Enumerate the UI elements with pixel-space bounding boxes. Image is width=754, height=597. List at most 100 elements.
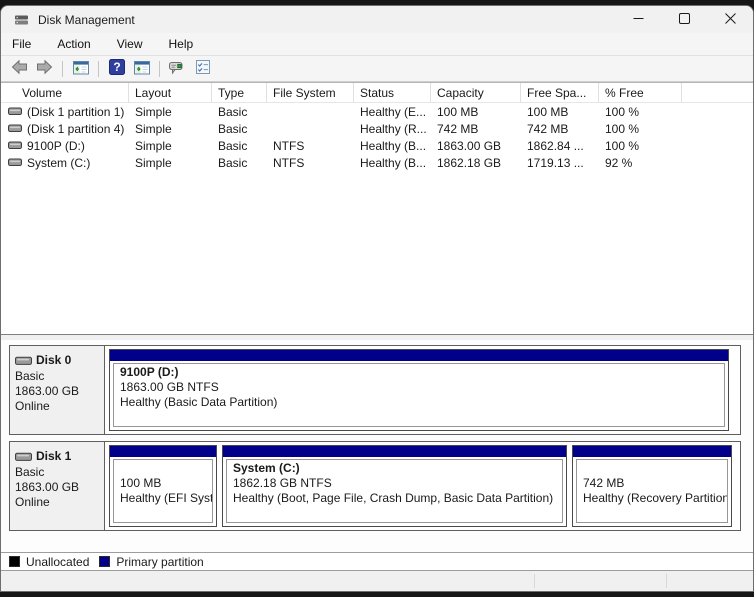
- column-header-layout[interactable]: Layout: [129, 83, 212, 102]
- partition-block-system-c[interactable]: System (C:) 1862.18 GB NTFS Healthy (Boot,…: [222, 445, 567, 527]
- partition-area: 9100P (D:) 1863.00 GB NTFS Healthy (Basic …: [105, 346, 740, 434]
- menu-item-view[interactable]: View: [108, 35, 152, 53]
- partition-status: Healthy (Recovery Partition): [583, 491, 728, 505]
- partition-type-strip: [110, 350, 728, 361]
- partition-size: 100 MB: [120, 476, 162, 490]
- partition-title: System (C:): [233, 461, 300, 475]
- cell-text: 1719.13 ...: [527, 155, 584, 170]
- cell-text: 100 MB: [527, 104, 569, 119]
- column-header-capacity[interactable]: Capacity: [431, 83, 521, 102]
- column-header-label: Free Spa...: [527, 85, 587, 100]
- checklist-icon: [195, 59, 211, 78]
- maximize-button[interactable]: [661, 6, 707, 33]
- partition-status: Healthy (Basic Data Partition): [120, 395, 278, 409]
- column-header-label: Layout: [135, 85, 172, 100]
- partition-info: 100 MBHealthy (EFI System Partition): [113, 459, 213, 523]
- svg-text:?: ?: [113, 60, 120, 74]
- toolbar-show-console-tree-button[interactable]: [68, 58, 93, 80]
- cell-text: 92 %: [605, 155, 633, 170]
- partition-block-742-mb[interactable]: 742 MB Healthy (Recovery Partition): [572, 445, 732, 527]
- cell-text: Simple: [135, 104, 172, 119]
- volume-row-disk-1-partition-1[interactable]: (Disk 1 partition 1) Simple Basic Healthy (…: [1, 103, 753, 120]
- menu-item-file[interactable]: File: [3, 35, 40, 53]
- cell-text: 1863.00 GB: [437, 138, 502, 153]
- cell-layout: Simple: [129, 139, 212, 153]
- toolbar-show-action-pane-button[interactable]: [129, 58, 154, 80]
- cell-status: Healthy (E...: [354, 105, 431, 119]
- close-button[interactable]: [707, 6, 753, 33]
- volume-list: Volume Layout Type File System Status Capacit…: [1, 82, 753, 335]
- menu-item-help[interactable]: Help: [160, 35, 203, 53]
- column-header-free-spa[interactable]: Free Spa...: [521, 83, 599, 102]
- cell-layout: Simple: [129, 156, 212, 170]
- cell-status: Healthy (B...: [354, 139, 431, 153]
- cell-text: 742 MB: [527, 121, 569, 136]
- cell-free-spa: 1862.84 ...: [521, 139, 599, 153]
- disk-status: Online: [15, 495, 50, 509]
- volume-row-system-c[interactable]: System (C:) Simple Basic NTFS Healthy (B... 1…: [1, 154, 753, 171]
- toolbar-separator-3: [159, 60, 160, 77]
- window-controls: [615, 6, 753, 33]
- cell-text: Basic: [218, 104, 248, 119]
- column-header-filler: [682, 83, 753, 102]
- cell-free-spa: 1719.13 ...: [521, 156, 599, 170]
- cell-type: Basic: [212, 139, 267, 153]
- partition-status: Healthy (Boot, Page File, Crash Dump, Ba…: [233, 491, 554, 505]
- show-console-tree-icon: [72, 60, 89, 78]
- cell-text: NTFS: [273, 138, 305, 153]
- disk-name-line: Disk 0: [15, 353, 100, 368]
- column-header-type[interactable]: Type: [212, 83, 267, 102]
- back-icon: [11, 59, 28, 78]
- menu-item-action[interactable]: Action: [48, 35, 99, 53]
- legend-item-primary-partition: Primary partition: [99, 555, 204, 569]
- status-bar: [1, 571, 753, 591]
- close-icon: [724, 12, 736, 27]
- volume-row-9100p-d[interactable]: 9100P (D:) Simple Basic NTFS Healthy (B... 18…: [1, 137, 753, 154]
- column-header-free[interactable]: % Free: [599, 83, 682, 102]
- cell-text: 100 %: [605, 121, 640, 136]
- column-header-label: % Free: [605, 85, 644, 100]
- cell-text: System (C:): [27, 155, 91, 170]
- forward-icon: [36, 59, 53, 78]
- disk-header-disk-1[interactable]: Disk 1 Basic 1863.00 GB Online: [10, 442, 105, 530]
- column-header-status[interactable]: Status: [354, 83, 431, 102]
- partition-info: 742 MB Healthy (Recovery Partition): [576, 459, 728, 523]
- cell-text: Simple: [135, 155, 172, 170]
- toolbar-back-button[interactable]: [7, 58, 32, 80]
- cell-text: Basic: [218, 138, 248, 153]
- column-header-file-system[interactable]: File System: [267, 83, 354, 102]
- cell-text: (Disk 1 partition 1): [27, 104, 125, 119]
- cell-capacity: 742 MB: [431, 122, 521, 136]
- minimize-icon: [633, 12, 644, 27]
- cell-free: 92 %: [599, 156, 682, 170]
- toolbar-help-button[interactable]: ?: [104, 58, 129, 80]
- help-icon: ?: [108, 59, 125, 78]
- toolbar-screen-tip-button[interactable]: [165, 58, 190, 80]
- cell-text: 1862.84 ...: [527, 138, 584, 153]
- column-header-volume[interactable]: Volume: [1, 83, 129, 102]
- column-header-label: Volume: [22, 85, 63, 100]
- partition-block-100-mb[interactable]: 100 MBHealthy (EFI System Partition): [109, 445, 217, 527]
- maximize-icon: [678, 12, 690, 27]
- disk-type: Basic: [15, 369, 45, 383]
- title-bar[interactable]: Disk Management: [1, 6, 753, 33]
- legend-item-unallocated: Unallocated: [9, 555, 89, 569]
- legend-swatch-primary-partition: [99, 556, 111, 567]
- partition-size: 1862.18 GB NTFS: [233, 476, 332, 490]
- volume-row-disk-1-partition-4[interactable]: (Disk 1 partition 4) Simple Basic Healthy (…: [1, 120, 753, 137]
- partition-block-9100p-d[interactable]: 9100P (D:) 1863.00 GB NTFS Healthy (Basic …: [109, 349, 729, 431]
- toolbar-forward-button[interactable]: [32, 58, 57, 80]
- cell-volume: System (C:): [1, 156, 129, 170]
- minimize-button[interactable]: [615, 6, 661, 33]
- volume-list-header: Volume Layout Type File System Status Capacit…: [1, 83, 753, 103]
- cell-text: 9100P (D:): [27, 138, 85, 153]
- cell-free-spa: 100 MB: [521, 105, 599, 119]
- disk-header-disk-0[interactable]: Disk 0 Basic 1863.00 GB Online: [10, 346, 105, 434]
- legend-bar: Unallocated Primary partition: [1, 552, 753, 571]
- volume-icon: [8, 141, 22, 150]
- disk-icon: [15, 356, 32, 366]
- toolbar-checklist-button[interactable]: [190, 58, 215, 80]
- partition-info: System (C:) 1862.18 GB NTFS Healthy (Boot,…: [226, 459, 563, 523]
- cell-text: Healthy (R...: [360, 121, 427, 136]
- disk-row-disk-0: Disk 0 Basic 1863.00 GB Online 9100P (D:) 186…: [9, 345, 741, 435]
